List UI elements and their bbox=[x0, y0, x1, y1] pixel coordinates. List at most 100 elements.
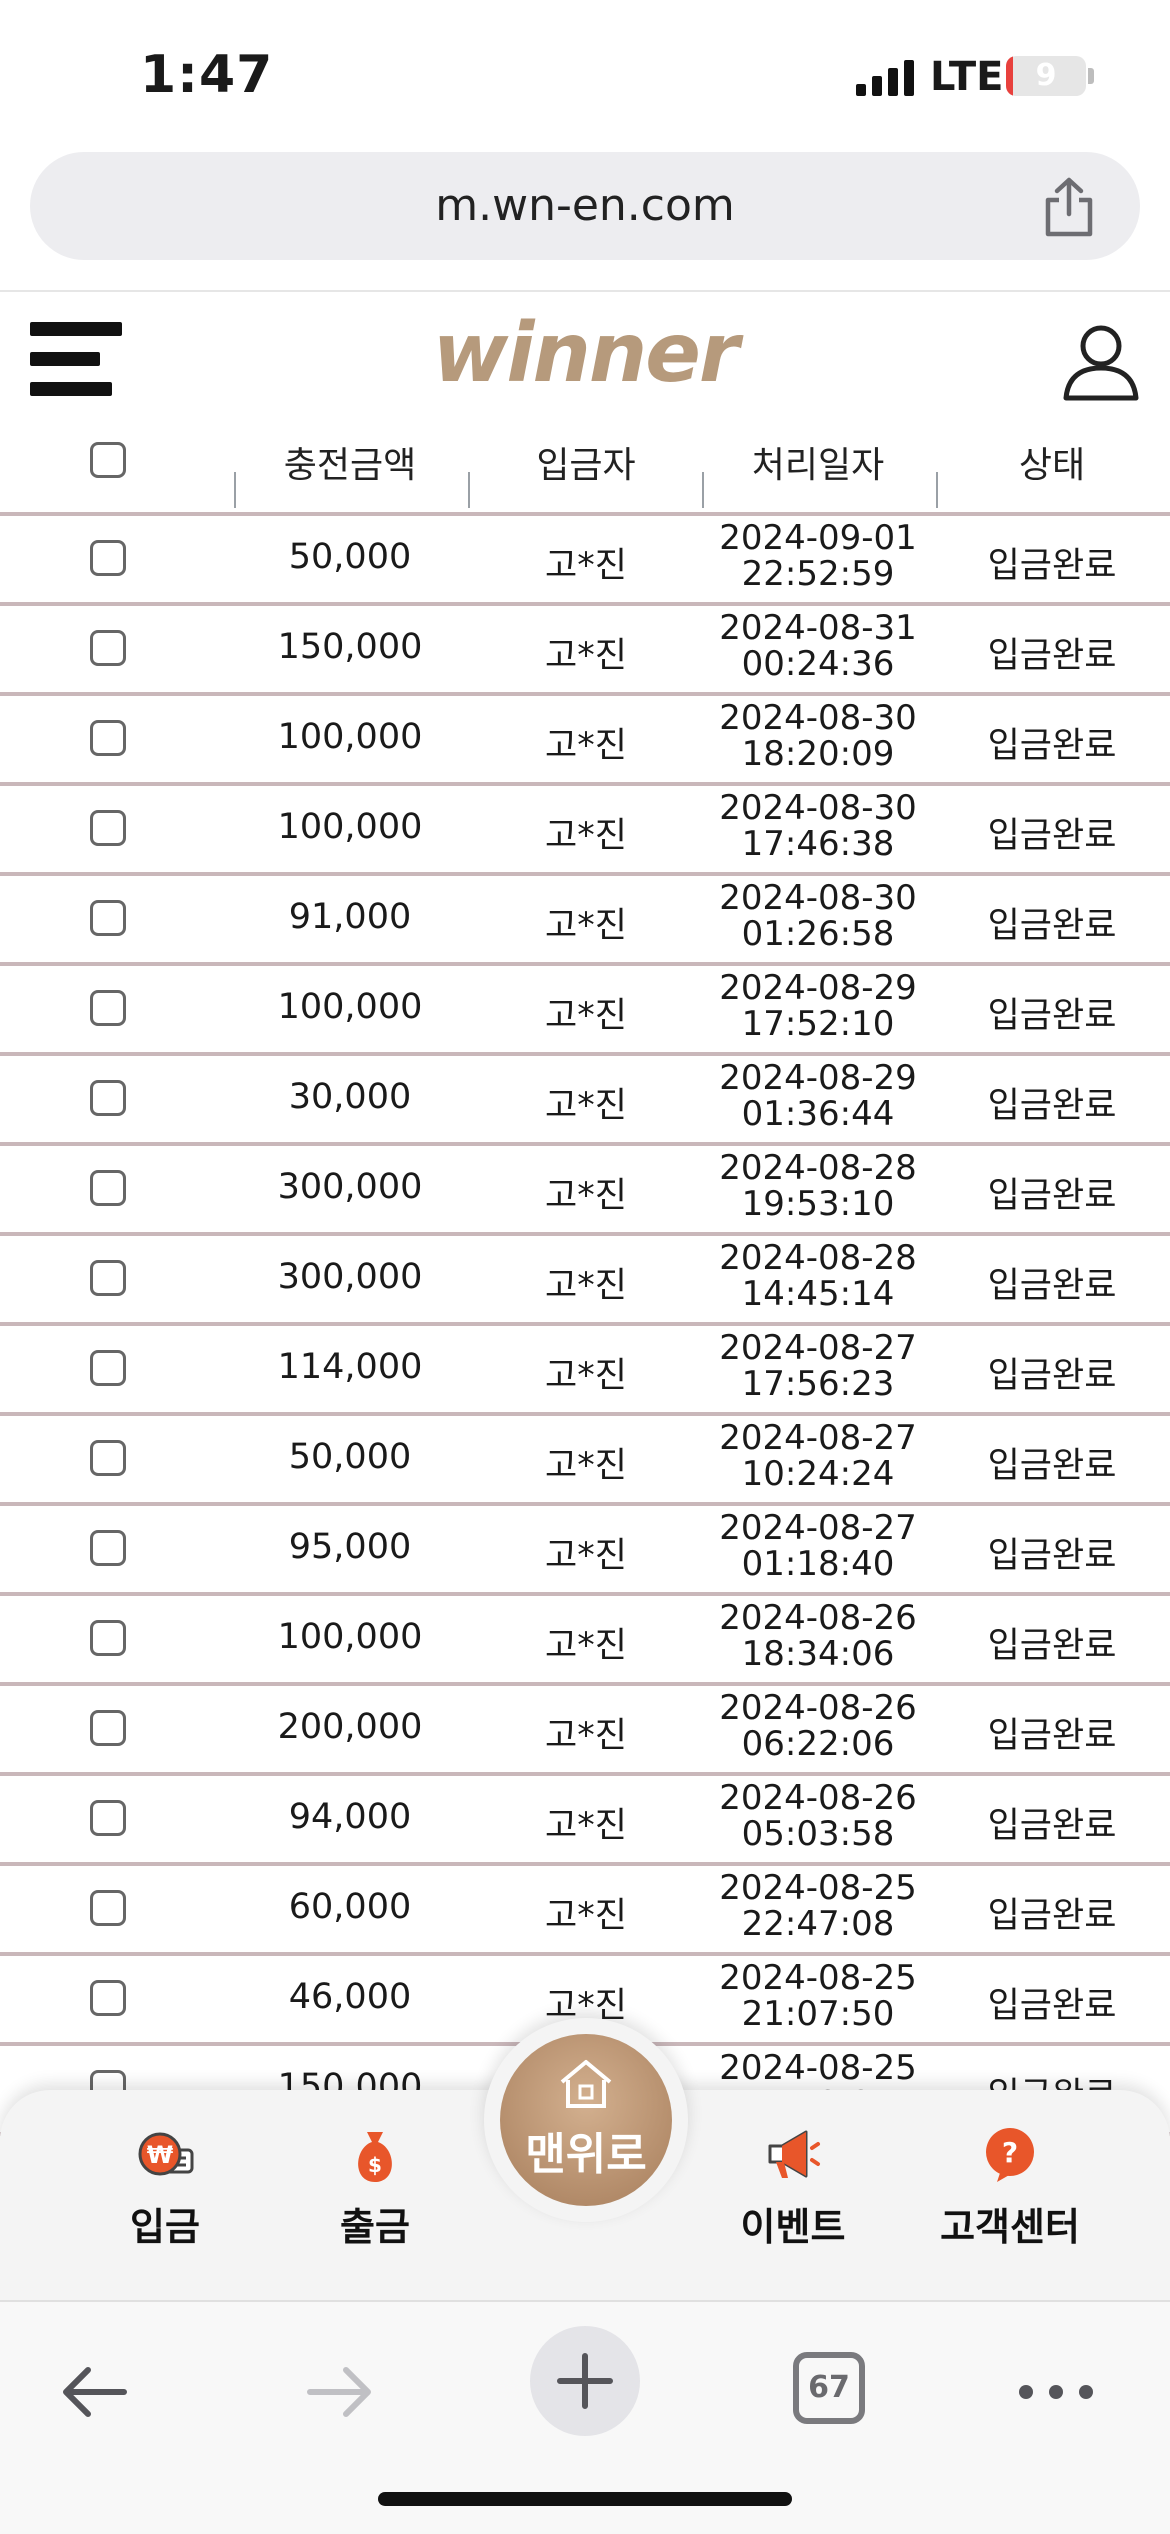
table-header: 충전금액 입금자 처리일자 상태 bbox=[0, 420, 1170, 516]
cell-date-day: 2024-08-26 bbox=[719, 1598, 917, 1638]
row-checkbox[interactable] bbox=[90, 810, 126, 846]
home-indicator[interactable] bbox=[378, 2492, 792, 2506]
col-header-status[interactable]: 상태 bbox=[936, 436, 1168, 488]
cell-date-day: 2024-08-30 bbox=[719, 788, 917, 828]
row-checkbox[interactable] bbox=[90, 630, 126, 666]
cell-status: 입금완료 bbox=[987, 1986, 1117, 2026]
nav-event-label: 이벤트 bbox=[740, 2205, 846, 2249]
table-row[interactable]: 100,000 고*진 2024-08-30 17:46:38 입금완료 bbox=[0, 786, 1170, 876]
cell-amount: 95,000 bbox=[288, 1527, 412, 1567]
row-checkbox[interactable] bbox=[90, 1890, 126, 1926]
nav-withdraw-label: 출금 bbox=[340, 2205, 410, 2249]
cell-status: 입금완료 bbox=[987, 996, 1117, 1036]
cell-date: 2024-09-01 22:52:59 bbox=[702, 520, 934, 592]
col-header-date[interactable]: 처리일자 bbox=[702, 436, 934, 488]
url-text[interactable]: m.wn-en.com bbox=[30, 180, 1140, 231]
cell-status: 입금완료 bbox=[987, 636, 1117, 676]
table-row[interactable]: 50,000 고*진 2024-09-01 22:52:59 입금완료 bbox=[0, 516, 1170, 606]
cell-date-day: 2024-08-25 bbox=[719, 1868, 917, 1908]
table-row[interactable]: 100,000 고*진 2024-08-26 18:34:06 입금완료 bbox=[0, 1596, 1170, 1686]
battery-level: 9 bbox=[1035, 58, 1057, 93]
cell-depositor: 고*진 bbox=[545, 906, 627, 946]
cell-status: 입금완료 bbox=[987, 726, 1117, 766]
user-icon[interactable] bbox=[1060, 320, 1142, 402]
table-row[interactable]: 30,000 고*진 2024-08-29 01:36:44 입금완료 bbox=[0, 1056, 1170, 1146]
cell-status: 입금완료 bbox=[987, 1536, 1117, 1576]
help-question-icon: ? bbox=[986, 2128, 1034, 2182]
forward-arrow-icon[interactable] bbox=[304, 2362, 376, 2422]
row-checkbox[interactable] bbox=[90, 1620, 126, 1656]
row-checkbox[interactable] bbox=[90, 1080, 126, 1116]
site-logo[interactable]: winner bbox=[0, 306, 1170, 401]
cell-depositor: 고*진 bbox=[545, 816, 627, 856]
select-all-checkbox[interactable] bbox=[90, 442, 126, 478]
row-checkbox[interactable] bbox=[90, 540, 126, 576]
cell-date-day: 2024-08-25 bbox=[719, 1958, 917, 1998]
table-row[interactable]: 114,000 고*진 2024-08-27 17:56:23 입금완료 bbox=[0, 1326, 1170, 1416]
scroll-to-top-button[interactable]: 맨위로 bbox=[500, 2034, 672, 2206]
cell-depositor: 고*진 bbox=[545, 636, 627, 676]
nav-deposit[interactable]: ₩ 입금 bbox=[90, 2124, 240, 2251]
table-row[interactable]: 300,000 고*진 2024-08-28 19:53:10 입금완료 bbox=[0, 1146, 1170, 1236]
cell-amount: 150,000 bbox=[277, 627, 423, 667]
cell-date-time: 00:24:36 bbox=[741, 644, 895, 684]
cell-status: 입금완료 bbox=[987, 1626, 1117, 1666]
row-checkbox[interactable] bbox=[90, 1800, 126, 1836]
row-checkbox[interactable] bbox=[90, 1440, 126, 1476]
row-checkbox[interactable] bbox=[90, 1260, 126, 1296]
cell-date-time: 06:22:06 bbox=[741, 1724, 895, 1764]
row-checkbox[interactable] bbox=[90, 1170, 126, 1206]
row-checkbox[interactable] bbox=[90, 1530, 126, 1566]
svg-text:?: ? bbox=[1002, 2136, 1018, 2169]
new-tab-button[interactable] bbox=[530, 2326, 640, 2436]
row-checkbox[interactable] bbox=[90, 1350, 126, 1386]
network-label: LTE bbox=[930, 54, 1004, 100]
cell-date: 2024-08-28 19:53:10 bbox=[702, 1150, 934, 1222]
scroll-to-top-label: 맨위로 bbox=[525, 2129, 647, 2180]
table-row[interactable]: 94,000 고*진 2024-08-26 05:03:58 입금완료 bbox=[0, 1776, 1170, 1866]
home-icon bbox=[560, 2060, 612, 2108]
row-checkbox[interactable] bbox=[90, 990, 126, 1026]
table-row[interactable]: 91,000 고*진 2024-08-30 01:26:58 입금완료 bbox=[0, 876, 1170, 966]
nav-event[interactable]: 이벤트 bbox=[718, 2124, 868, 2251]
svg-text:$: $ bbox=[368, 2153, 382, 2177]
cell-date-time: 01:26:58 bbox=[741, 914, 895, 954]
cell-date-time: 05:03:58 bbox=[741, 1814, 895, 1854]
share-icon[interactable] bbox=[1040, 176, 1098, 238]
row-checkbox[interactable] bbox=[90, 1980, 126, 2016]
table-row[interactable]: 50,000 고*진 2024-08-27 10:24:24 입금완료 bbox=[0, 1416, 1170, 1506]
cell-date-time: 17:56:23 bbox=[741, 1364, 895, 1404]
nav-support[interactable]: ? 고객센터 bbox=[930, 2124, 1090, 2251]
cell-date-day: 2024-08-28 bbox=[719, 1148, 917, 1188]
table-row[interactable]: 150,000 고*진 2024-08-31 00:24:36 입금완료 bbox=[0, 606, 1170, 696]
cell-status: 입금완료 bbox=[987, 1896, 1117, 1936]
cell-depositor: 고*진 bbox=[545, 1806, 627, 1846]
table-row[interactable]: 300,000 고*진 2024-08-28 14:45:14 입금완료 bbox=[0, 1236, 1170, 1326]
more-dots-icon[interactable] bbox=[1016, 2382, 1096, 2402]
table-row[interactable]: 100,000 고*진 2024-08-30 18:20:09 입금완료 bbox=[0, 696, 1170, 786]
tabs-button[interactable]: 67 bbox=[793, 2352, 865, 2424]
table-row[interactable]: 95,000 고*진 2024-08-27 01:18:40 입금완료 bbox=[0, 1506, 1170, 1596]
col-header-amount[interactable]: 충전금액 bbox=[234, 436, 466, 488]
cell-amount: 50,000 bbox=[288, 1437, 412, 1477]
row-checkbox[interactable] bbox=[90, 900, 126, 936]
col-header-depositor[interactable]: 입금자 bbox=[470, 436, 702, 488]
row-checkbox[interactable] bbox=[90, 1710, 126, 1746]
cell-amount: 94,000 bbox=[288, 1797, 412, 1837]
cell-date-day: 2024-08-25 bbox=[719, 2048, 917, 2088]
plus-icon bbox=[557, 2353, 613, 2409]
address-bar[interactable]: m.wn-en.com bbox=[30, 152, 1140, 260]
back-arrow-icon[interactable] bbox=[58, 2362, 130, 2422]
column-divider bbox=[234, 472, 236, 508]
table-row[interactable]: 200,000 고*진 2024-08-26 06:22:06 입금완료 bbox=[0, 1686, 1170, 1776]
table-row[interactable]: 100,000 고*진 2024-08-29 17:52:10 입금완료 bbox=[0, 966, 1170, 1056]
divider bbox=[0, 290, 1170, 292]
svg-text:₩: ₩ bbox=[147, 2141, 174, 2169]
nav-withdraw[interactable]: $ 출금 bbox=[300, 2124, 450, 2251]
table-row[interactable]: 60,000 고*진 2024-08-25 22:47:08 입금완료 bbox=[0, 1866, 1170, 1956]
cell-depositor: 고*진 bbox=[545, 996, 627, 1036]
cell-date-day: 2024-08-27 bbox=[719, 1508, 917, 1548]
row-checkbox[interactable] bbox=[90, 720, 126, 756]
cell-depositor: 고*진 bbox=[545, 1446, 627, 1486]
cell-amount: 91,000 bbox=[288, 897, 412, 937]
